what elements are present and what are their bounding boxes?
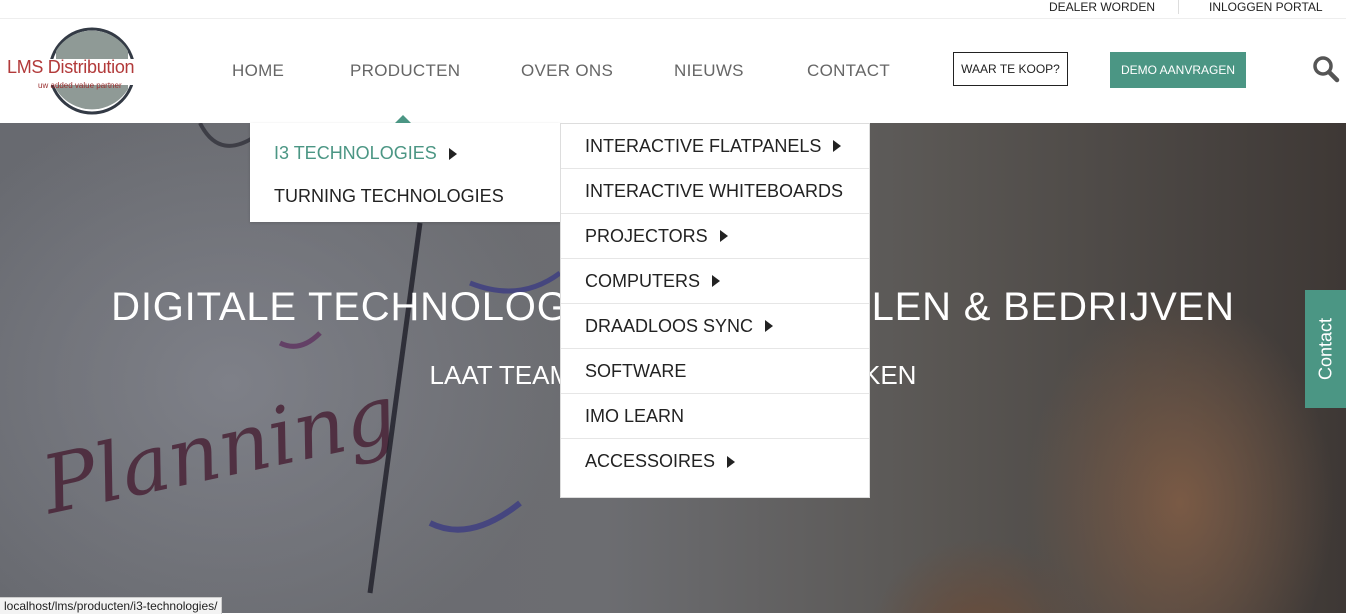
producten-dropdown: I3 TECHNOLOGIES TURNING TECHNOLOGIES bbox=[250, 115, 561, 222]
demo-aanvragen-button[interactable]: DEMO AANVRAGEN bbox=[1110, 52, 1246, 88]
submenu-turning-technologies[interactable]: TURNING TECHNOLOGIES bbox=[274, 186, 504, 207]
submenu-imo-learn[interactable]: IMO LEARN bbox=[561, 394, 869, 439]
submenu-item-label: PROJECTORS bbox=[585, 225, 708, 246]
submenu-item-label: TURNING TECHNOLOGIES bbox=[274, 186, 504, 206]
logo-tagline: uw added value partner bbox=[38, 81, 122, 90]
caret-right-icon bbox=[448, 147, 457, 160]
site-logo[interactable]: LMS Distribution uw added value partner bbox=[4, 27, 164, 115]
submenu-accessoires[interactable]: ACCESSOIRES bbox=[561, 439, 869, 484]
caret-right-icon bbox=[727, 455, 736, 468]
submenu-item-label: SOFTWARE bbox=[585, 360, 687, 381]
nav-over-ons[interactable]: OVER ONS bbox=[521, 61, 613, 81]
submenu-interactive-flatpanels[interactable]: INTERACTIVE FLATPANELS bbox=[561, 124, 869, 169]
logo-name: LMS Distribution bbox=[7, 57, 135, 77]
submenu-item-label: INTERACTIVE FLATPANELS bbox=[585, 135, 822, 156]
submenu-i3-technologies[interactable]: I3 TECHNOLOGIES bbox=[274, 143, 457, 164]
dealer-worden-link[interactable]: DEALER WORDEN bbox=[1049, 0, 1155, 14]
caret-right-icon bbox=[765, 320, 774, 332]
i3-technologies-submenu: INTERACTIVE FLATPANELS INTERACTIVE WHITE… bbox=[560, 123, 870, 498]
main-header: LMS Distribution uw added value partner … bbox=[0, 19, 1346, 123]
nav-nieuws[interactable]: NIEUWS bbox=[674, 61, 744, 81]
submenu-draadloos-sync[interactable]: DRAADLOOS SYNC bbox=[561, 304, 869, 349]
nav-home[interactable]: HOME bbox=[232, 61, 284, 81]
top-utility-bar: DEALER WORDEN INLOGGEN PORTAL bbox=[0, 0, 1346, 19]
nav-contact[interactable]: CONTACT bbox=[807, 61, 890, 81]
submenu-item-label: I3 TECHNOLOGIES bbox=[274, 143, 437, 163]
floating-contact-tab[interactable]: Contact bbox=[1305, 290, 1346, 408]
caret-right-icon bbox=[833, 140, 842, 152]
inloggen-portal-link[interactable]: INLOGGEN PORTAL bbox=[1209, 0, 1323, 14]
submenu-item-label: DRAADLOOS SYNC bbox=[585, 315, 754, 336]
search-icon[interactable] bbox=[1312, 55, 1340, 83]
browser-status-url: localhost/lms/producten/i3-technologies/ bbox=[0, 597, 223, 614]
submenu-item-label: ACCESSOIRES bbox=[585, 451, 716, 471]
submenu-software[interactable]: SOFTWARE bbox=[561, 349, 869, 394]
topbar-separator bbox=[1178, 0, 1179, 14]
submenu-projectors[interactable]: PROJECTORS bbox=[561, 214, 869, 259]
submenu-item-label: INTERACTIVE WHITEBOARDS bbox=[585, 180, 844, 201]
caret-right-icon bbox=[712, 275, 721, 287]
caret-right-icon bbox=[719, 230, 728, 242]
submenu-item-label: COMPUTERS bbox=[585, 270, 701, 291]
waar-te-koop-button[interactable]: WAAR TE KOOP? bbox=[953, 52, 1068, 86]
contact-tab-label: Contact bbox=[1315, 317, 1335, 381]
dropdown-caret-up-icon bbox=[395, 115, 411, 123]
submenu-item-label: IMO LEARN bbox=[585, 405, 685, 426]
submenu-computers[interactable]: COMPUTERS bbox=[561, 259, 869, 304]
submenu-interactive-whiteboards[interactable]: INTERACTIVE WHITEBOARDS bbox=[561, 169, 869, 214]
nav-producten[interactable]: PRODUCTEN bbox=[350, 61, 460, 81]
